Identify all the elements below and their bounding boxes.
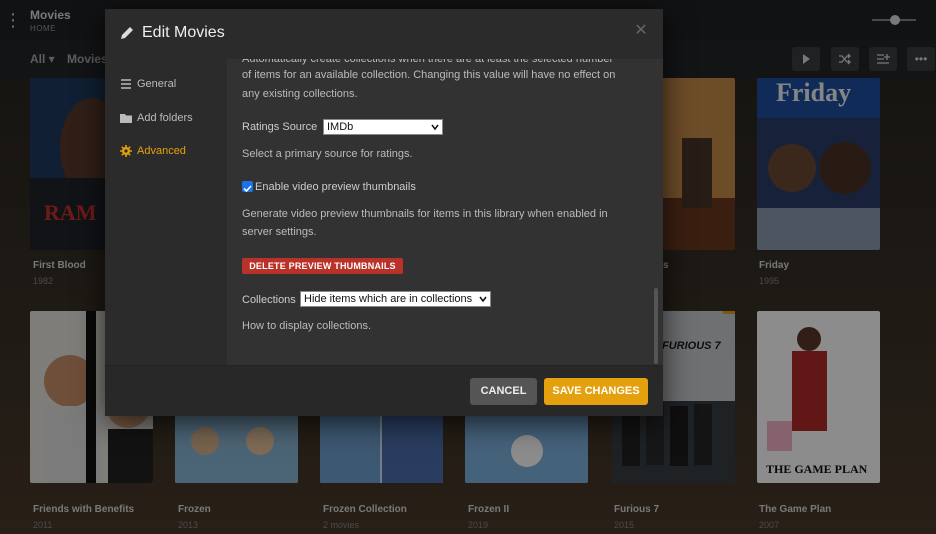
advanced-settings-panel: Automatically create collections when th…	[227, 59, 663, 365]
collections-select[interactable]: Hide items which are in collections	[300, 291, 491, 307]
video-preview-help: server settings.	[242, 226, 317, 238]
sidebar-item-add-folders[interactable]: Add folders	[105, 106, 227, 132]
chevron-down-icon	[431, 124, 439, 131]
sidebar-item-label: Advanced	[137, 145, 186, 157]
settings-scrollbar[interactable]	[654, 288, 658, 364]
cancel-button[interactable]: CANCEL	[470, 378, 537, 405]
video-preview-help: Generate video preview thumbnails for it…	[242, 208, 608, 220]
collections-threshold-help: of items for an available collection. Ch…	[242, 69, 616, 81]
delete-preview-thumbnails-button[interactable]: DELETE PREVIEW THUMBNAILS	[242, 258, 403, 274]
sidebar-item-general[interactable]: General	[105, 72, 227, 98]
ratings-source-help: Select a primary source for ratings.	[242, 148, 413, 160]
edit-library-dialog: Edit Movies ✕ General Add folders Advanc…	[105, 9, 663, 416]
save-changes-button[interactable]: SAVE CHANGES	[544, 378, 648, 405]
pencil-icon	[121, 27, 133, 39]
collections-help: How to display collections.	[242, 320, 372, 332]
ratings-source-value: IMDb	[327, 121, 354, 133]
gear-icon	[120, 145, 132, 157]
collections-threshold-help: any existing collections.	[242, 88, 358, 100]
sidebar-item-advanced[interactable]: Advanced	[105, 139, 227, 165]
ratings-source-label: Ratings Source	[242, 121, 318, 133]
dialog-footer: CANCEL SAVE CHANGES	[105, 365, 663, 416]
checkmark-icon	[243, 185, 252, 193]
video-preview-label[interactable]: Enable video preview thumbnails	[255, 181, 416, 193]
sidebar-item-label: General	[137, 78, 177, 90]
dialog-title: Edit Movies	[142, 24, 225, 41]
dialog-sidebar: General Add folders Advanced	[105, 59, 227, 365]
close-icon[interactable]: ✕	[633, 22, 649, 40]
sidebar-item-label: Add folders	[137, 112, 193, 124]
chevron-down-icon	[479, 296, 487, 303]
list-icon	[121, 79, 131, 89]
collections-value: Hide items which are in collections	[304, 293, 473, 305]
collections-label: Collections	[242, 294, 296, 306]
dialog-header: Edit Movies ✕	[105, 9, 663, 59]
folder-icon	[120, 114, 132, 123]
ratings-source-select[interactable]: IMDb	[323, 119, 443, 135]
video-preview-checkbox[interactable]	[242, 181, 253, 193]
